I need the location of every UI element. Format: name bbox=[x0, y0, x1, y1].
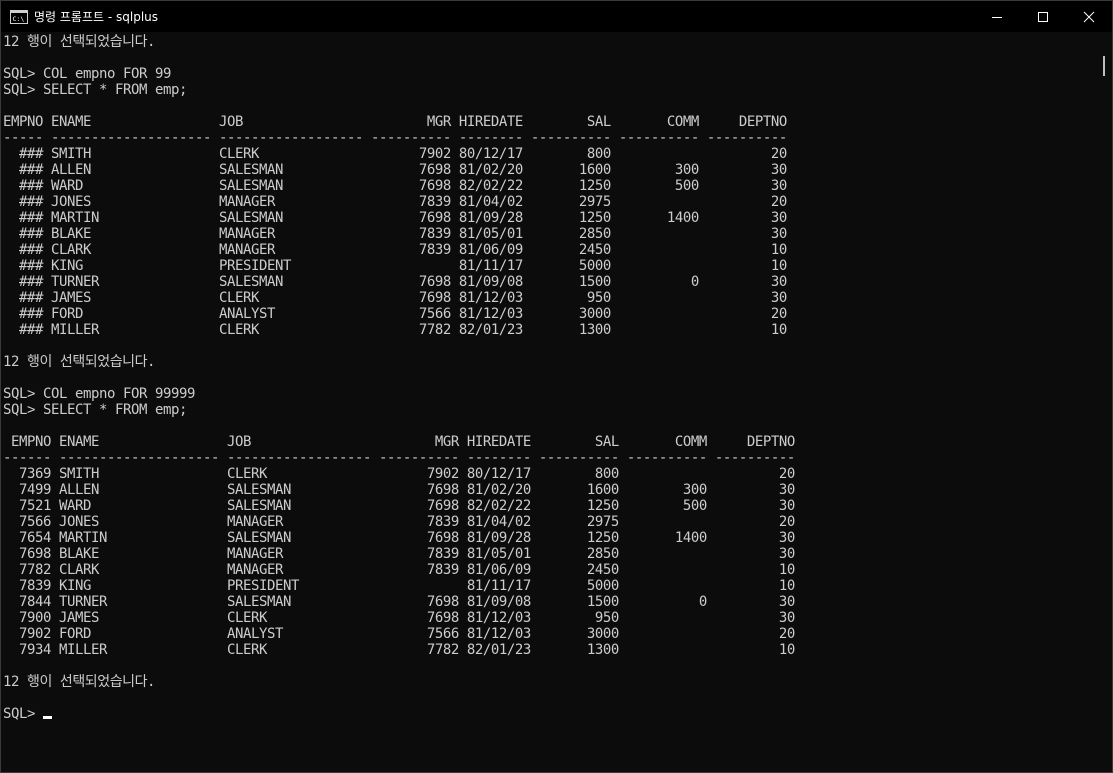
console-line: ### BLAKE MANAGER 7839 81/05/01 2850 30 bbox=[3, 226, 787, 242]
console-line: 7369 SMITH CLERK 7902 80/12/17 800 20 bbox=[3, 466, 795, 482]
console-line: ------ -------------------- ------------… bbox=[3, 450, 795, 466]
console-output[interactable]: 12 행이 선택되었습니다. SQL> COL empno FOR 99 SQL> … bbox=[3, 32, 1089, 772]
console-line: ### TURNER SALESMAN 7698 81/09/08 1500 0… bbox=[3, 274, 787, 290]
title-bar[interactable]: C:\ 명령 프롬프트 - sqlplus bbox=[1, 1, 1112, 32]
console-line: ### SMITH CLERK 7902 80/12/17 800 20 bbox=[3, 146, 787, 162]
console-line: ### FORD ANALYST 7566 81/12/03 3000 20 bbox=[3, 306, 787, 322]
console-line: 7698 BLAKE MANAGER 7839 81/05/01 2850 30 bbox=[3, 546, 795, 562]
console-line: SQL> COL empno FOR 99999 bbox=[3, 386, 195, 402]
console-line: ### JAMES CLERK 7698 81/12/03 950 30 bbox=[3, 290, 787, 306]
console-line: 7566 JONES MANAGER 7839 81/04/02 2975 20 bbox=[3, 514, 795, 530]
console-line: SQL> bbox=[3, 706, 43, 722]
console-line: ### JONES MANAGER 7839 81/04/02 2975 20 bbox=[3, 194, 787, 210]
command-prompt-window: C:\ 명령 프롬프트 - sqlplus 12 행이 선택되었습니다. SQL… bbox=[0, 0, 1113, 773]
console-line: ### KING PRESIDENT 81/11/17 5000 10 bbox=[3, 258, 787, 274]
console-line: ### ALLEN SALESMAN 7698 81/02/20 1600 30… bbox=[3, 162, 787, 178]
console-line: ### WARD SALESMAN 7698 82/02/22 1250 500… bbox=[3, 178, 787, 194]
console-line: 7934 MILLER CLERK 7782 82/01/23 1300 10 bbox=[3, 642, 795, 658]
maximize-icon bbox=[1038, 11, 1048, 22]
window-title: 명령 프롬프트 - sqlplus bbox=[34, 10, 159, 24]
console-line: 12 행이 선택되었습니다. bbox=[3, 674, 156, 690]
console-line: 7782 CLARK MANAGER 7839 81/06/09 2450 10 bbox=[3, 562, 795, 578]
close-icon bbox=[1083, 11, 1095, 22]
console-line: ### MILLER CLERK 7782 82/01/23 1300 10 bbox=[3, 322, 787, 338]
console-line: 7839 KING PRESIDENT 81/11/17 5000 10 bbox=[3, 578, 795, 594]
vertical-scrollbar[interactable] bbox=[1090, 32, 1112, 772]
minimize-icon bbox=[992, 16, 1002, 18]
console-line: ----- -------------------- -------------… bbox=[3, 130, 787, 146]
console-line: 7654 MARTIN SALESMAN 7698 81/09/28 1250 … bbox=[3, 530, 795, 546]
console-line: ### MARTIN SALESMAN 7698 81/09/28 1250 1… bbox=[3, 210, 787, 226]
close-button[interactable] bbox=[1066, 1, 1112, 32]
console-line: 12 행이 선택되었습니다. bbox=[3, 354, 156, 370]
console-line: SQL> SELECT * FROM emp; bbox=[3, 402, 187, 418]
console-line: 7900 JAMES CLERK 7698 81/12/03 950 30 bbox=[3, 610, 795, 626]
console-line: ### CLARK MANAGER 7839 81/06/09 2450 10 bbox=[3, 242, 787, 258]
scrollbar-thumb[interactable] bbox=[1103, 56, 1105, 76]
console-line: EMPNO ENAME JOB MGR HIREDATE SAL COMM DE… bbox=[3, 114, 787, 130]
svg-text:C:\: C:\ bbox=[13, 15, 25, 23]
text-cursor bbox=[43, 716, 52, 719]
console-line: 7902 FORD ANALYST 7566 81/12/03 3000 20 bbox=[3, 626, 795, 642]
minimize-button[interactable] bbox=[974, 1, 1020, 32]
console-line: 7521 WARD SALESMAN 7698 82/02/22 1250 50… bbox=[3, 498, 795, 514]
console-line: 7844 TURNER SALESMAN 7698 81/09/08 1500 … bbox=[3, 594, 795, 610]
console-line: 12 행이 선택되었습니다. bbox=[3, 34, 156, 50]
console-line: SQL> COL empno FOR 99 bbox=[3, 66, 171, 82]
console-line: EMPNO ENAME JOB MGR HIREDATE SAL COMM DE… bbox=[3, 434, 795, 450]
window-controls bbox=[974, 1, 1112, 32]
console-line: 7499 ALLEN SALESMAN 7698 81/02/20 1600 3… bbox=[3, 482, 795, 498]
console-line: SQL> SELECT * FROM emp; bbox=[3, 82, 187, 98]
maximize-button[interactable] bbox=[1020, 1, 1066, 32]
cmd-icon: C:\ bbox=[10, 9, 28, 24]
